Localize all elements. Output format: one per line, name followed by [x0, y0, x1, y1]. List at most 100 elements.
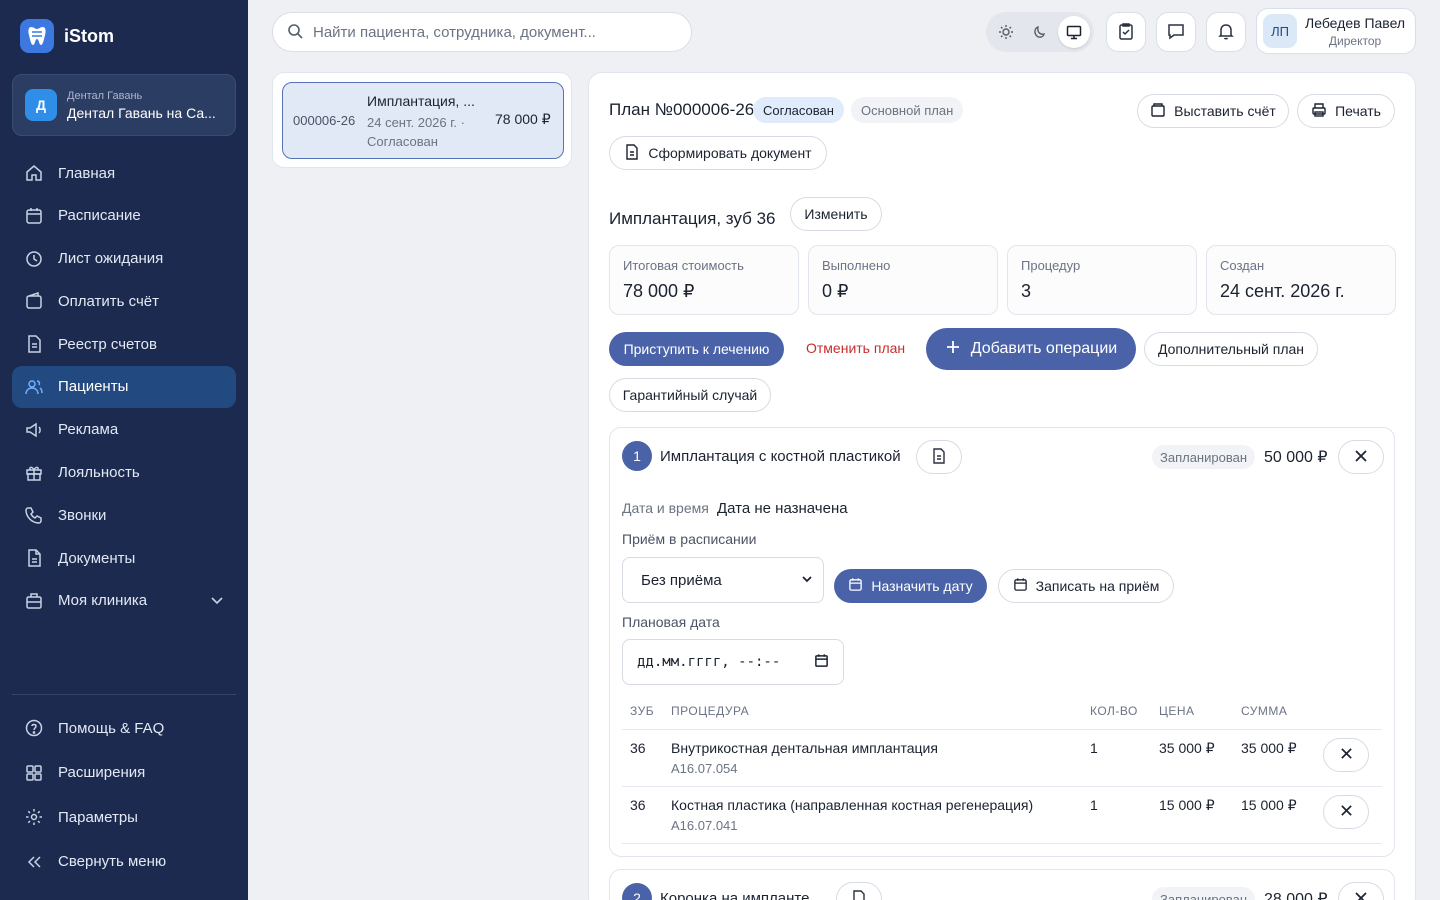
operation-document-button[interactable]	[836, 882, 882, 900]
plans-list: 000006-26 Имплантация, ... 24 сент. 2026…	[272, 72, 572, 168]
sidebar-item-loyalty[interactable]: Лояльность	[12, 452, 236, 494]
cell-procedure: Костная пластика (направленная костная р…	[671, 797, 1034, 813]
operation-number: 2	[622, 883, 652, 900]
schedule-label: Приём в расписании	[622, 531, 757, 547]
monitor-icon[interactable]	[1058, 16, 1090, 48]
warranty-case-button[interactable]: Гарантийный случай	[609, 378, 771, 412]
add-operations-button[interactable]: Добавить операции	[926, 328, 1136, 370]
clinic-switcher[interactable]: Д Дентал Гавань Дентал Гавань на Са...	[12, 74, 236, 136]
global-search[interactable]	[272, 12, 692, 52]
calendar-icon[interactable]	[814, 653, 829, 672]
cell-procedure-code: A16.07.041	[671, 818, 738, 833]
close-icon	[1354, 891, 1368, 900]
notifications-button[interactable]	[1206, 12, 1246, 52]
document-icon	[851, 889, 867, 900]
calendar-icon	[24, 206, 44, 226]
plan-details: План №000006-26 Согласован Основной план…	[588, 72, 1416, 900]
sidebar-item-schedule[interactable]: Расписание	[12, 195, 236, 237]
sidebar-item-ads[interactable]: Реклама	[12, 409, 236, 451]
book-appointment-button[interactable]: Записать на приём	[998, 569, 1174, 603]
start-treatment-button[interactable]: Приступить к лечению	[609, 332, 784, 366]
avatar: ЛП	[1263, 14, 1297, 48]
table-divider	[622, 729, 1382, 730]
tasks-button[interactable]	[1106, 12, 1146, 52]
stat-label: Итоговая стоимость	[623, 258, 744, 273]
planned-date-placeholder: дд.мм.гггг, --:--	[637, 654, 781, 670]
help-icon	[24, 718, 44, 738]
plan-section-title: Имплантация, зуб 36	[609, 209, 776, 228]
sidebar-item-collapse[interactable]: Свернуть меню	[12, 840, 236, 885]
search-input[interactable]	[313, 23, 673, 41]
stat-total-cost: Итоговая стоимость 78 000 ₽	[609, 245, 799, 315]
appointment-select[interactable]: Без приёма	[622, 557, 824, 603]
megaphone-icon	[24, 420, 44, 440]
invoice-icon	[1150, 102, 1166, 121]
brand[interactable]: iStom	[20, 19, 114, 53]
table-divider	[622, 843, 1382, 844]
generate-document-button[interactable]: Сформировать документ	[609, 136, 827, 170]
messages-button[interactable]	[1156, 12, 1196, 52]
invoice-button-label: Выставить счёт	[1174, 103, 1276, 119]
sidebar-item-label: Помощь & FAQ	[58, 719, 165, 737]
remove-row-button[interactable]	[1323, 738, 1369, 772]
plan-date: 24 сент. 2026 г. ·	[367, 115, 465, 130]
column-tooth: ЗУБ	[630, 704, 655, 718]
theme-switcher	[986, 12, 1094, 52]
additional-plan-button[interactable]: Дополнительный план	[1144, 332, 1318, 366]
stat-label: Процедур	[1021, 258, 1081, 273]
operation-number: 1	[622, 441, 652, 471]
print-button-label: Печать	[1335, 103, 1381, 119]
moon-icon[interactable]	[1024, 16, 1056, 48]
search-icon	[287, 23, 303, 42]
operation-sum: 28 000 ₽	[1264, 891, 1328, 900]
print-button[interactable]: Печать	[1297, 94, 1395, 128]
clinic-subtitle: Дентал Гавань	[67, 89, 143, 102]
wallet-icon	[24, 291, 44, 311]
appointment-select-value: Без приёма	[641, 571, 722, 589]
sidebar-item-patients[interactable]: Пациенты	[12, 365, 236, 408]
sidebar-item-waitlist[interactable]: Лист ожидания	[12, 238, 236, 280]
close-icon	[1354, 449, 1368, 466]
assign-date-label: Назначить дату	[871, 578, 973, 594]
briefcase-icon	[24, 591, 44, 611]
user-menu[interactable]: ЛП Лебедев Павел Директор	[1256, 8, 1416, 54]
users-icon	[24, 377, 44, 397]
cancel-plan-link[interactable]: Отменить план	[806, 340, 905, 356]
chat-icon	[1167, 22, 1185, 43]
sidebar-item-help[interactable]: Помощь & FAQ	[12, 706, 236, 751]
home-icon	[24, 163, 44, 183]
assign-date-button[interactable]: Назначить дату	[834, 569, 987, 603]
sidebar-item-extensions[interactable]: Расширения	[12, 751, 236, 796]
remove-operation-button[interactable]	[1338, 440, 1384, 474]
remove-row-button[interactable]	[1323, 795, 1369, 829]
sidebar-item-invoices[interactable]: Реестр счетов	[12, 323, 236, 365]
page-title: План №000006-26	[609, 100, 755, 119]
sidebar-item-pay[interactable]: Оплатить счёт	[12, 280, 236, 322]
operation-card: 2 Коронка на импланте Запланирован 28 00…	[609, 869, 1395, 900]
sidebar-item-documents[interactable]: Документы	[12, 537, 236, 579]
sidebar-divider	[12, 694, 236, 695]
sidebar-item-label: Звонки	[58, 506, 107, 524]
remove-operation-button[interactable]	[1338, 882, 1384, 900]
sidebar-item-home[interactable]: Главная	[12, 152, 236, 194]
warranty-case-label: Гарантийный случай	[622, 387, 758, 403]
document-icon	[624, 143, 640, 163]
generate-document-label: Сформировать документ	[648, 145, 812, 161]
planned-date-input[interactable]: дд.мм.гггг, --:--	[622, 639, 844, 685]
sidebar-item-settings[interactable]: Параметры	[12, 795, 236, 840]
plan-list-item[interactable]: 000006-26 Имплантация, ... 24 сент. 2026…	[282, 82, 564, 159]
invoice-button[interactable]: Выставить счёт	[1137, 94, 1289, 128]
sidebar-item-calls[interactable]: Звонки	[12, 494, 236, 536]
edit-button[interactable]: Изменить	[790, 197, 882, 231]
collapse-icon	[24, 852, 44, 872]
plus-icon	[945, 339, 961, 360]
plan-title: Имплантация, ...	[367, 93, 475, 109]
chevron-down-icon[interactable]	[210, 593, 224, 611]
operation-document-button[interactable]	[916, 440, 962, 474]
sun-icon[interactable]	[990, 16, 1022, 48]
sidebar-item-label: Расширения	[58, 764, 146, 782]
stat-value: 0 ₽	[822, 281, 849, 301]
gift-icon	[24, 463, 44, 483]
sidebar-item-my-clinic[interactable]: Моя клиника	[12, 580, 236, 622]
datetime-value: Дата не назначена	[717, 500, 848, 517]
